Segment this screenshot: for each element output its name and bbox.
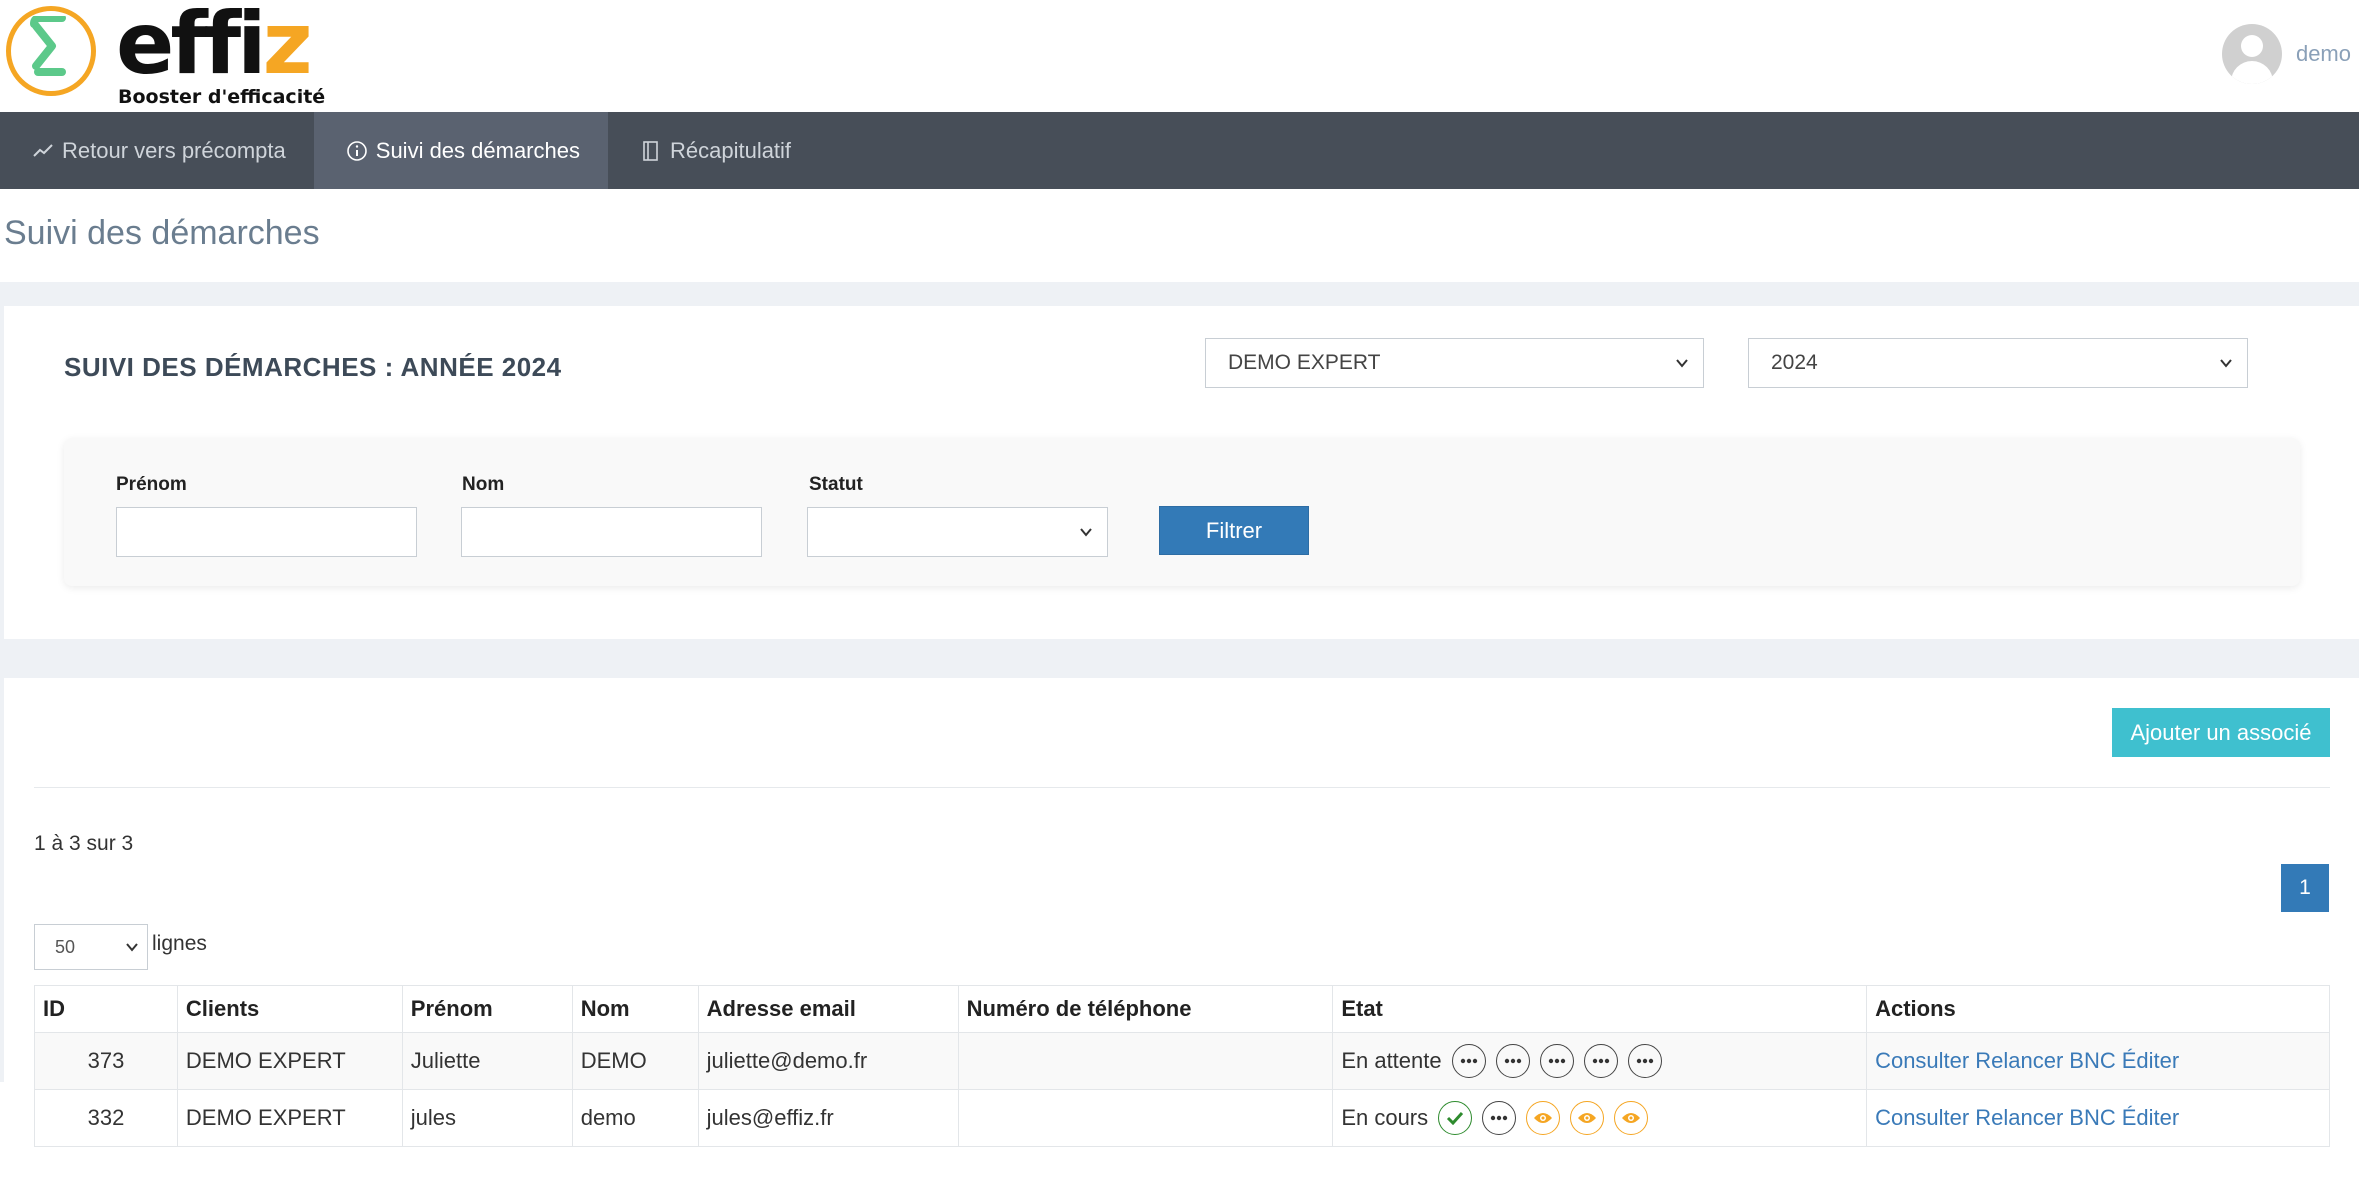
step-view-eye-icon[interactable] xyxy=(1526,1101,1561,1135)
card-title: SUIVI DES DÉMARCHES : ANNÉE 2024 xyxy=(64,352,562,382)
user-menu[interactable]: demo xyxy=(2221,24,2351,84)
step-pending-icon[interactable] xyxy=(1482,1101,1517,1135)
main-navbar: Retour vers précompta Suivi des démarche… xyxy=(0,112,2359,189)
logo-tagline: Booster d'efficacité xyxy=(118,86,326,108)
nav-item-label: Retour vers précompta xyxy=(62,137,286,163)
statut-select[interactable] xyxy=(807,507,1108,557)
cell-email: juliette@demo.fr xyxy=(697,1032,959,1090)
cell-actions: Consulter Relancer BNC Éditer xyxy=(1866,1089,2330,1147)
logo-sigma-icon xyxy=(30,16,66,76)
avatar[interactable] xyxy=(2221,24,2282,84)
cell-nom: demo xyxy=(571,1089,699,1147)
relancer-link[interactable]: Relancer xyxy=(1975,1105,2063,1130)
cell-prenom: jules xyxy=(401,1089,573,1147)
divider xyxy=(34,787,2330,788)
column-header-phone[interactable]: Numéro de téléphone xyxy=(957,985,1334,1033)
relancer-link[interactable]: Relancer xyxy=(1975,1048,2063,1073)
chart-line-icon xyxy=(33,143,53,157)
table-row: 332 DEMO EXPERT jules demo jules@effiz.f… xyxy=(34,1089,2330,1147)
editer-link[interactable]: Éditer xyxy=(2122,1105,2179,1130)
nav-item-label: Suivi des démarches xyxy=(375,137,580,163)
cell-id: 332 xyxy=(34,1089,178,1147)
cell-etat: En attente xyxy=(1332,1032,1868,1090)
app-header: effiz Booster d'efficacité demo xyxy=(0,0,2359,112)
prenom-label: Prénom xyxy=(116,474,187,495)
user-name[interactable]: demo xyxy=(2296,41,2351,67)
chevron-down-icon xyxy=(126,943,138,952)
chevron-down-icon xyxy=(2220,359,2232,368)
page-title: Suivi des démarches xyxy=(4,214,320,252)
cell-actions: Consulter Relancer BNC Éditer xyxy=(1866,1032,2330,1090)
rows-per-page-value: 50 xyxy=(55,936,76,957)
cell-prenom: Juliette xyxy=(401,1032,573,1090)
filter-button[interactable]: Filtrer xyxy=(1159,506,1309,555)
client-select[interactable]: DEMO EXPERT xyxy=(1205,338,1704,388)
etat-label: En cours xyxy=(1341,1105,1429,1130)
table-row: 373 DEMO EXPERT Juliette DEMO juliette@d… xyxy=(34,1032,2330,1090)
cell-nom: DEMO xyxy=(571,1032,699,1090)
info-circle-icon xyxy=(346,140,367,161)
cell-client: DEMO EXPERT xyxy=(176,1089,403,1147)
step-pending-icon[interactable] xyxy=(1539,1044,1574,1078)
year-select-value: 2024 xyxy=(1771,351,1818,374)
nav-item-suivi-demarches[interactable]: Suivi des démarches xyxy=(313,112,608,189)
step-done-check-icon[interactable] xyxy=(1438,1101,1473,1135)
bnc-link[interactable]: BNC xyxy=(2069,1105,2115,1130)
table-header-row: ID Clients Prénom Nom Adresse email Numé… xyxy=(34,985,2330,1033)
column-header-email[interactable]: Adresse email xyxy=(697,985,959,1033)
column-header-etat[interactable]: Etat xyxy=(1332,985,1868,1033)
cell-phone xyxy=(957,1089,1334,1147)
associates-table: ID Clients Prénom Nom Adresse email Numé… xyxy=(34,985,2330,1147)
nom-label: Nom xyxy=(462,474,505,495)
page-1-button[interactable]: 1 xyxy=(2281,864,2329,912)
etat-label: En attente xyxy=(1341,1048,1442,1073)
nav-item-retour-precompta[interactable]: Retour vers précompta xyxy=(0,112,314,189)
prenom-input[interactable] xyxy=(116,507,417,557)
client-select-value: DEMO EXPERT xyxy=(1228,351,1381,374)
step-view-eye-icon[interactable] xyxy=(1614,1101,1649,1135)
year-select[interactable]: 2024 xyxy=(1748,338,2248,388)
nav-item-recapitulatif[interactable]: Récapitulatif xyxy=(608,112,819,189)
chevron-down-icon xyxy=(1676,359,1688,368)
notebook-icon xyxy=(643,140,658,161)
column-header-clients[interactable]: Clients xyxy=(176,985,403,1033)
consulter-link[interactable]: Consulter xyxy=(1875,1105,1969,1130)
consulter-link[interactable]: Consulter xyxy=(1875,1048,1969,1073)
rows-label: lignes xyxy=(152,932,207,955)
nav-item-label: Récapitulatif xyxy=(669,137,792,163)
editer-link[interactable]: Éditer xyxy=(2122,1048,2179,1073)
add-associate-button[interactable]: Ajouter un associé xyxy=(2112,708,2330,757)
logo-wordmark[interactable]: effiz xyxy=(116,0,313,94)
cell-email: jules@effiz.fr xyxy=(697,1089,959,1147)
cell-phone xyxy=(957,1032,1334,1090)
column-header-actions: Actions xyxy=(1866,985,2330,1033)
cell-id: 373 xyxy=(34,1032,178,1090)
step-pending-icon[interactable] xyxy=(1495,1044,1530,1078)
cell-etat: En cours xyxy=(1332,1089,1868,1147)
statut-label: Statut xyxy=(809,474,863,495)
column-header-prenom[interactable]: Prénom xyxy=(401,985,573,1033)
step-pending-icon[interactable] xyxy=(1583,1044,1618,1078)
chevron-down-icon xyxy=(1080,528,1092,537)
nom-input[interactable] xyxy=(461,507,762,557)
column-header-id[interactable]: ID xyxy=(34,985,178,1033)
pagination-range: 1 à 3 sur 3 xyxy=(34,832,134,855)
rows-per-page-select[interactable]: 50 xyxy=(34,924,148,970)
cell-client: DEMO EXPERT xyxy=(176,1032,403,1090)
bnc-link[interactable]: BNC xyxy=(2069,1048,2115,1073)
step-pending-icon[interactable] xyxy=(1627,1044,1662,1078)
step-view-eye-icon[interactable] xyxy=(1570,1101,1605,1135)
step-pending-icon[interactable] xyxy=(1451,1044,1486,1078)
column-header-nom[interactable]: Nom xyxy=(571,985,699,1033)
